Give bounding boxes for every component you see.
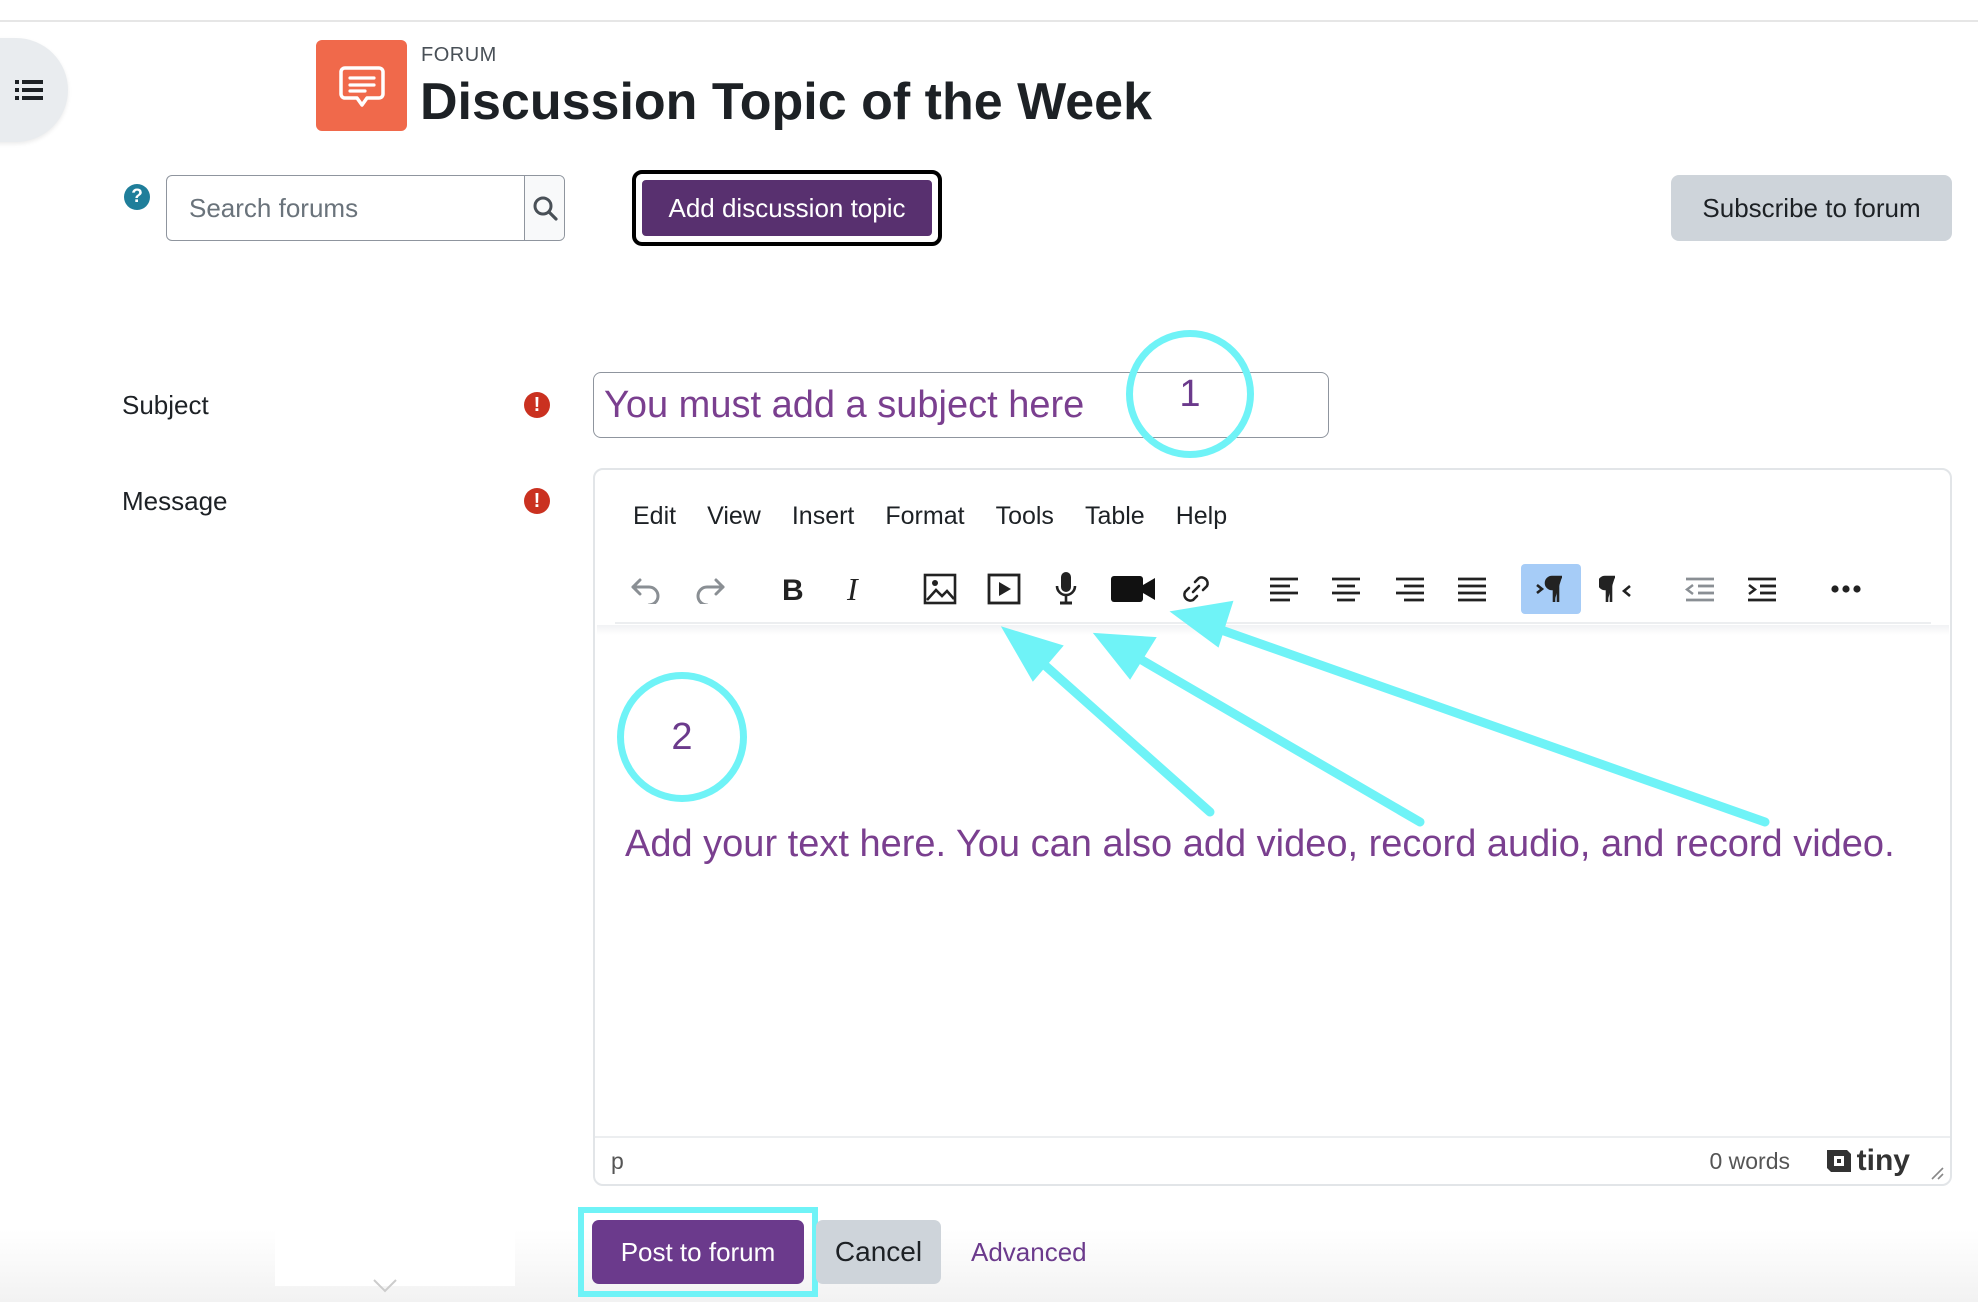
page-title: Discussion Topic of the Week [420, 73, 1152, 131]
search-button[interactable] [524, 176, 564, 240]
search-forums-box [166, 175, 565, 241]
tiny-brand-text: tiny [1856, 1144, 1910, 1177]
menu-help[interactable]: Help [1176, 502, 1227, 531]
record-video-button[interactable] [1103, 564, 1163, 614]
word-count[interactable]: 0 words [1709, 1148, 1790, 1175]
italic-button[interactable]: I [829, 564, 879, 614]
resize-handle-icon[interactable] [1928, 1164, 1944, 1180]
editor-content[interactable]: Add your text here. You can also add vid… [625, 820, 1905, 868]
outdent-icon [1685, 577, 1714, 602]
ltr-button[interactable] [1521, 564, 1581, 614]
video-camera-icon [1111, 576, 1155, 602]
align-right-button[interactable] [1385, 564, 1435, 614]
add-discussion-topic-focus-ring: Add discussion topic [632, 170, 942, 246]
post-button-highlight: Post to forum [578, 1207, 818, 1297]
required-icon: ! [524, 488, 550, 514]
menu-table[interactable]: Table [1085, 502, 1145, 531]
subscribe-to-forum-button[interactable]: Subscribe to forum [1671, 175, 1952, 241]
justify-button[interactable] [1447, 564, 1497, 614]
tiny-logo[interactable]: tiny [1826, 1144, 1910, 1178]
justify-icon [1458, 577, 1486, 602]
undo-button[interactable] [621, 564, 671, 614]
redo-icon [696, 578, 725, 604]
editor-statusbar: p 0 words tiny [595, 1136, 1950, 1184]
bold-icon: B [782, 574, 804, 604]
image-icon [923, 573, 957, 605]
help-icon[interactable]: ? [124, 184, 150, 210]
indent-button[interactable] [1737, 564, 1787, 614]
microphone-icon [1055, 572, 1077, 605]
record-audio-button[interactable] [1041, 564, 1091, 614]
outdent-button[interactable] [1675, 564, 1725, 614]
bold-button[interactable]: B [767, 564, 817, 614]
indent-icon [1748, 577, 1776, 602]
undo-icon [631, 578, 660, 604]
svg-text:B: B [782, 574, 804, 604]
activity-type-label: FORUM [421, 44, 497, 66]
course-index-toggle[interactable] [0, 38, 68, 142]
toolbar-shadow [597, 625, 1949, 635]
tiny-brand-icon [1826, 1150, 1851, 1172]
forum-speech-bubble-icon [316, 40, 407, 131]
italic-icon: I [846, 574, 859, 604]
ltr-paragraph-icon [1536, 575, 1562, 602]
required-icon: ! [524, 392, 550, 418]
link-button[interactable] [1171, 564, 1221, 614]
top-divider [0, 20, 1978, 22]
align-left-icon [1270, 577, 1298, 602]
align-center-button[interactable] [1321, 564, 1371, 614]
bottom-cover [275, 1224, 515, 1286]
chevron-down-icon [373, 1279, 397, 1293]
rtl-button[interactable] [1591, 564, 1641, 614]
menu-format[interactable]: Format [885, 502, 964, 531]
align-center-icon [1332, 577, 1360, 602]
post-to-forum-button[interactable]: Post to forum [592, 1220, 804, 1284]
align-left-button[interactable] [1259, 564, 1309, 614]
media-play-icon [987, 573, 1021, 605]
image-button[interactable] [915, 564, 965, 614]
message-label: Message [122, 486, 228, 516]
svg-text:I: I [846, 574, 859, 604]
search-icon [533, 196, 558, 221]
message-editor: Edit View Insert Format Tools Table Help… [593, 468, 1952, 1186]
cancel-button[interactable]: Cancel [816, 1220, 941, 1284]
callout-number-2: 2 [617, 672, 747, 802]
menu-insert[interactable]: Insert [792, 502, 855, 531]
subject-label: Subject [122, 390, 209, 420]
editor-menubar: Edit View Insert Format Tools Table Help [595, 470, 1950, 562]
element-path[interactable]: p [611, 1148, 624, 1175]
rtl-paragraph-icon [1599, 575, 1631, 602]
menu-tools[interactable]: Tools [996, 502, 1054, 531]
advanced-link[interactable]: Advanced [971, 1237, 1087, 1268]
add-discussion-topic-button[interactable]: Add discussion topic [640, 178, 934, 238]
search-input[interactable] [167, 176, 524, 240]
align-right-icon [1396, 577, 1424, 602]
editor-toolbar: B I [615, 564, 1931, 624]
more-button[interactable] [1821, 564, 1871, 614]
more-dots-icon [1831, 585, 1861, 593]
menu-edit[interactable]: Edit [633, 502, 676, 531]
link-icon [1183, 576, 1209, 602]
media-button[interactable] [979, 564, 1029, 614]
callout-number-1: 1 [1126, 330, 1254, 458]
list-icon [15, 80, 43, 100]
menu-view[interactable]: View [707, 502, 761, 531]
redo-button[interactable] [685, 564, 735, 614]
